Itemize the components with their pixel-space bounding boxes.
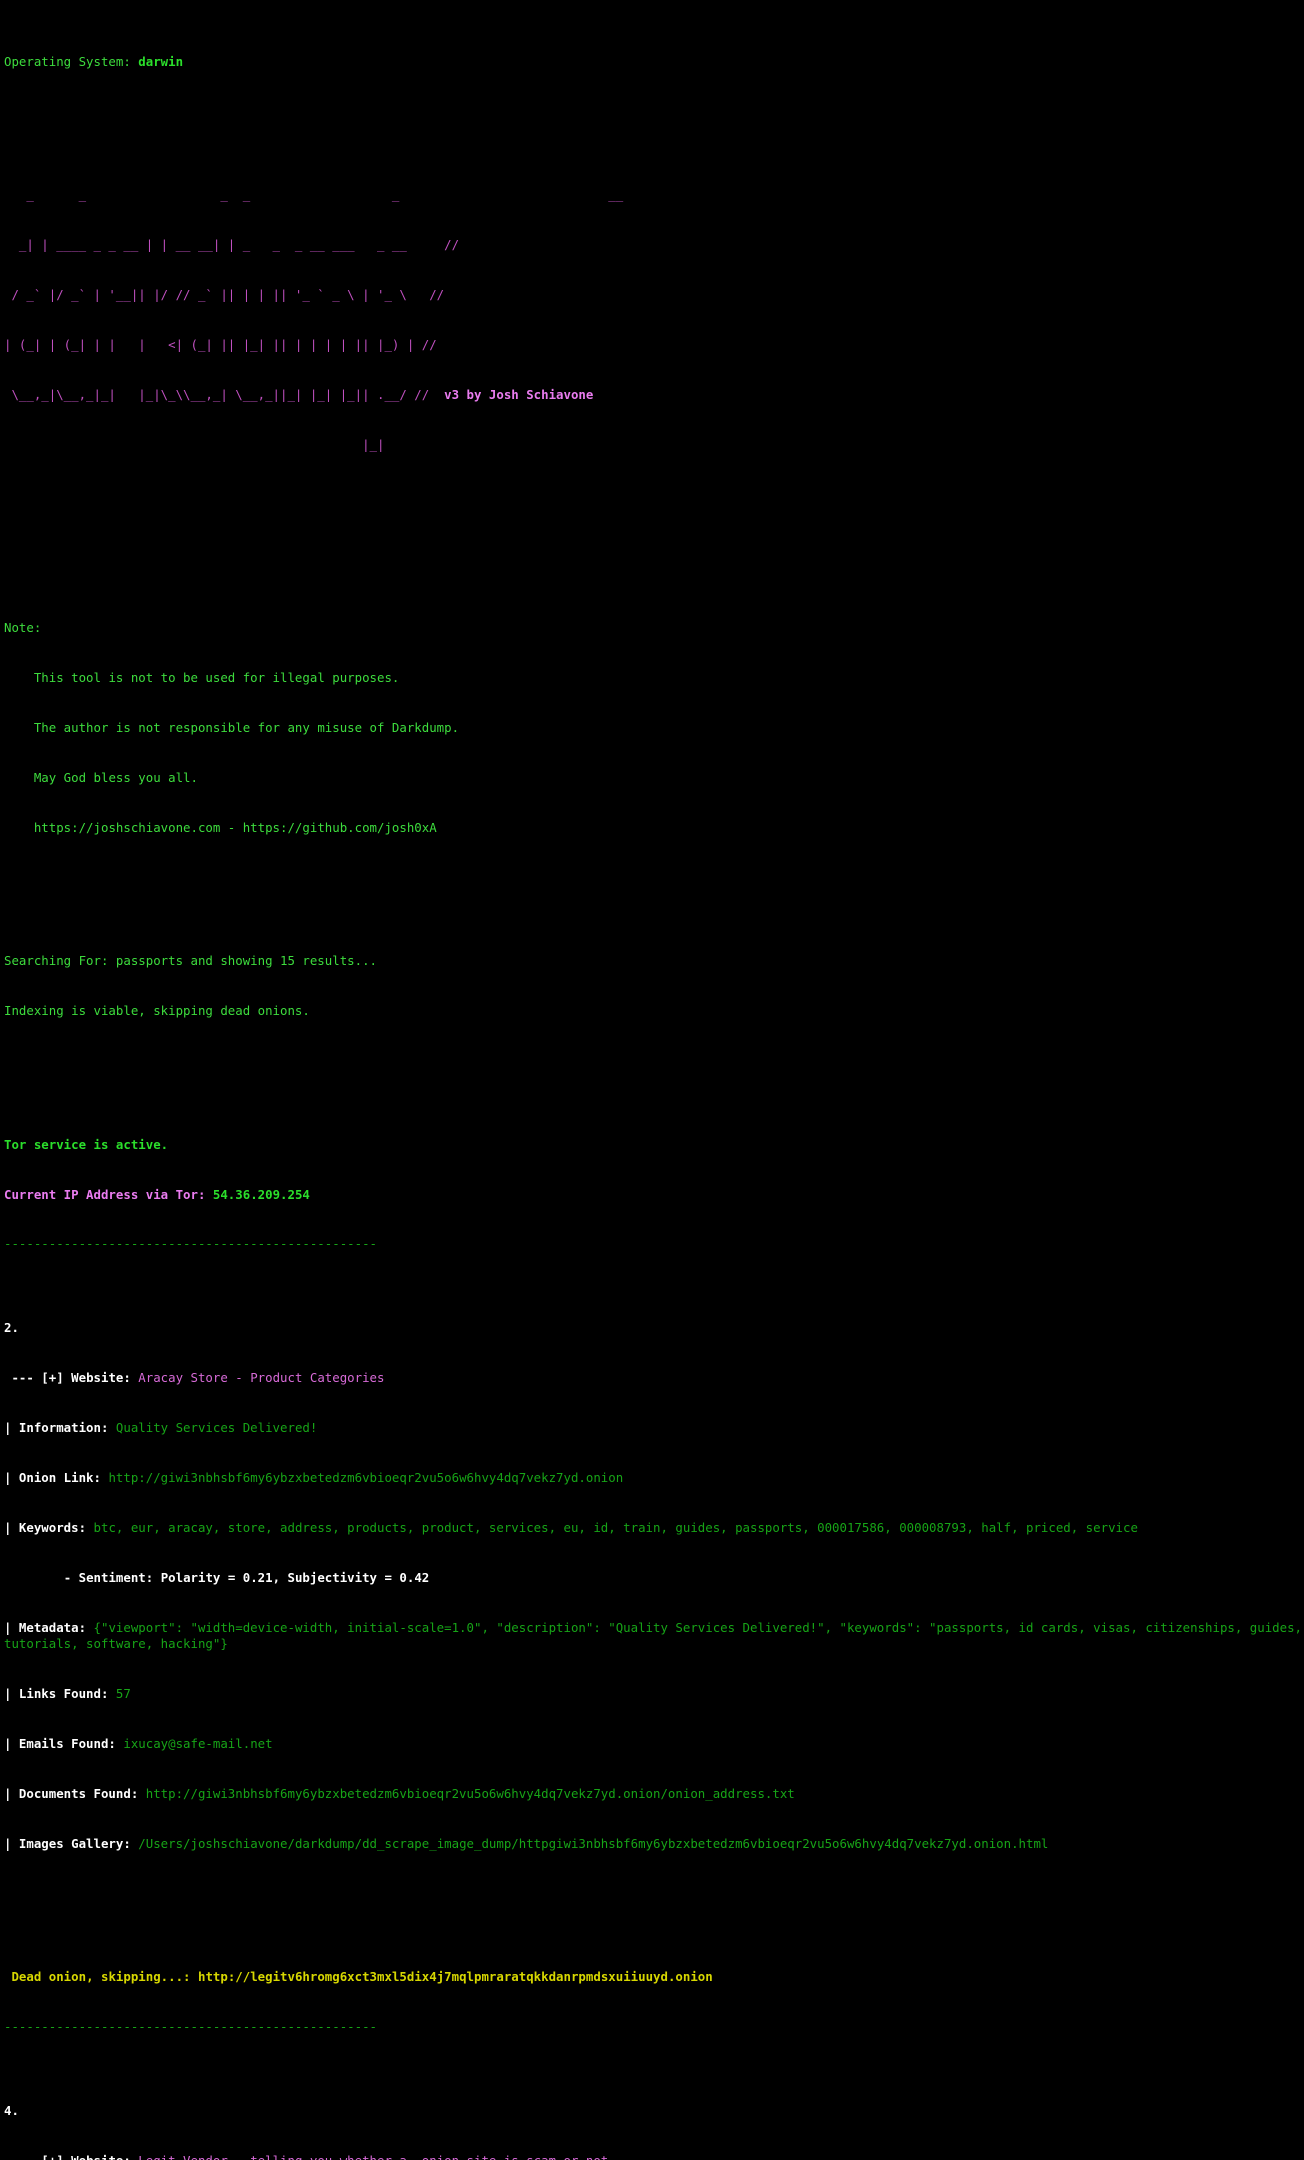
result-sentiment-line: - Sentiment: Polarity = 0.21, Subjectivi…	[4, 1570, 1304, 1587]
links-found-value: 57	[115, 1686, 131, 1702]
note-text-0: This tool is not to be used for illegal …	[33, 670, 400, 686]
note-line-1: The author is not responsible for any mi…	[4, 720, 1304, 737]
result-website-line: --- [+] Website: Legit Vendor - telling …	[4, 2153, 1304, 2160]
sentiment-label: - Sentiment:	[63, 1569, 154, 1585]
os-line: Operating System: darwin	[4, 54, 1304, 71]
emails-found-label: | Emails Found:	[4, 1736, 116, 1752]
documents-found-value[interactable]: http://giwi3nbhsbf6my6ybzxbetedzm6vbioeq…	[146, 1786, 795, 1801]
ascii-banner-line-5: |_|	[4, 437, 385, 453]
dead-onion-label: Dead onion, skipping...:	[11, 1969, 191, 1985]
note-line-2: May God bless you all.	[4, 770, 1304, 787]
ascii-banner-line-0: _ _ _ _ _ __	[4, 187, 624, 203]
dead-onion-url: http://legitv6hromg6xct3mxl5dix4j7mqlpmr…	[197, 1969, 713, 1985]
ascii-banner-line-4-row: \__,_|\__,_|_| |_|\_\\__,_| \__,_||_| |_…	[4, 387, 1304, 404]
os-value-text: darwin	[138, 53, 184, 69]
website-label: --- [+] Website:	[11, 2153, 130, 2160]
sentiment-value: Polarity = 0.21, Subjectivity = 0.42	[160, 1569, 430, 1585]
banner-credit: v3 by Josh Schiavone	[444, 387, 594, 403]
note-header: Note:	[4, 620, 42, 636]
links-found-label: | Links Found:	[4, 1686, 109, 1702]
indexing-status: Indexing is viable, skipping dead onions…	[4, 1003, 310, 1019]
result-documents-line: | Documents Found: http://giwi3nbhsbf6my…	[4, 1786, 1304, 1803]
result-website-line: --- [+] Website: Aracay Store - Product …	[4, 1370, 1304, 1387]
metadata-value: {"viewport": "width=device-width, initia…	[4, 1619, 1303, 1652]
note-line-3: https://joshschiavone.com - https://gith…	[4, 820, 1304, 837]
onion-link-value[interactable]: http://giwi3nbhsbf6my6ybzxbetedzm6vbioeq…	[108, 1470, 623, 1485]
ascii-banner-line-4: \__,_|\__,_|_| |_|\_\\__,_| \__,_||_| |_…	[4, 387, 430, 403]
emails-found-value: ixucay@safe-mail.net	[123, 1736, 273, 1752]
metadata-label: | Metadata:	[4, 1619, 87, 1635]
ascii-banner-line-1: _| | ____ _ _ __ | | __ __| | _ _ _ __ _…	[4, 237, 460, 253]
website-label: --- [+] Website:	[11, 1369, 131, 1385]
documents-found-label: | Documents Found:	[4, 1786, 139, 1802]
note-text-1: The author is not responsible for any mi…	[33, 720, 460, 736]
onion-link-label: | Onion Link:	[4, 1469, 101, 1485]
ip-value-sep	[205, 1187, 212, 1202]
information-value: Quality Services Delivered!	[115, 1419, 318, 1435]
ascii-banner-line-2: / _` |/ _` | '__|| |/ // _` || | | || '_…	[4, 287, 445, 303]
tor-status: Tor service is active.	[4, 1136, 169, 1152]
note-text-2: May God bless you all.	[33, 770, 198, 786]
result-index: 4.	[4, 2102, 19, 2118]
note-link-line: https://joshschiavone.com - https://gith…	[33, 820, 437, 836]
images-gallery-value[interactable]: /Users/joshschiavone/darkdump/dd_scrape_…	[138, 1836, 1048, 1851]
separator-0: ----------------------------------------…	[4, 1236, 377, 1252]
dead-onion-line: Dead onion, skipping...: http://legitv6h…	[4, 1969, 1304, 1986]
os-label: Operating System:	[4, 53, 131, 69]
note-line-0: This tool is not to be used for illegal …	[4, 670, 1304, 687]
result-links-line: | Links Found: 57	[4, 1686, 1304, 1703]
website-value[interactable]: Aracay Store - Product Categories	[138, 1370, 384, 1385]
ip-label: Current IP Address via Tor:	[4, 1186, 206, 1202]
result-metadata-line: | Metadata: {"viewport": "width=device-w…	[4, 1620, 1304, 1653]
ip-value: 54.36.209.254	[212, 1186, 310, 1202]
separator-1: ----------------------------------------…	[4, 2019, 377, 2035]
information-label: | Information:	[4, 1419, 109, 1435]
banner-credit-spacer	[429, 387, 444, 402]
searching-status: Searching For: passports and showing 15 …	[4, 953, 377, 969]
images-gallery-label: | Images Gallery:	[4, 1836, 131, 1852]
result-emails-line: | Emails Found: ixucay@safe-mail.net	[4, 1736, 1304, 1753]
keywords-value: btc, eur, aracay, store, address, produc…	[93, 1519, 1138, 1535]
website-value[interactable]: Legit Vendor - telling you whether a .on…	[138, 2153, 608, 2160]
result-onion-line: | Onion Link: http://giwi3nbhsbf6my6ybzx…	[4, 1470, 1304, 1487]
result-keywords-line: | Keywords: btc, eur, aracay, store, add…	[4, 1520, 1304, 1537]
result-images-line: | Images Gallery: /Users/joshschiavone/d…	[4, 1836, 1304, 1853]
result-information-line: | Information: Quality Services Delivere…	[4, 1420, 1304, 1437]
ascii-banner-line-3: | (_| | (_| | | | <| (_| || |_| || | | |…	[4, 337, 437, 353]
keywords-label: | Keywords:	[4, 1519, 87, 1535]
ip-line: Current IP Address via Tor: 54.36.209.25…	[4, 1187, 1304, 1204]
result-index: 2.	[4, 1319, 19, 1335]
terminal-output: Operating System: darwin _ _ _ _ _ __ _|…	[0, 0, 1304, 2160]
